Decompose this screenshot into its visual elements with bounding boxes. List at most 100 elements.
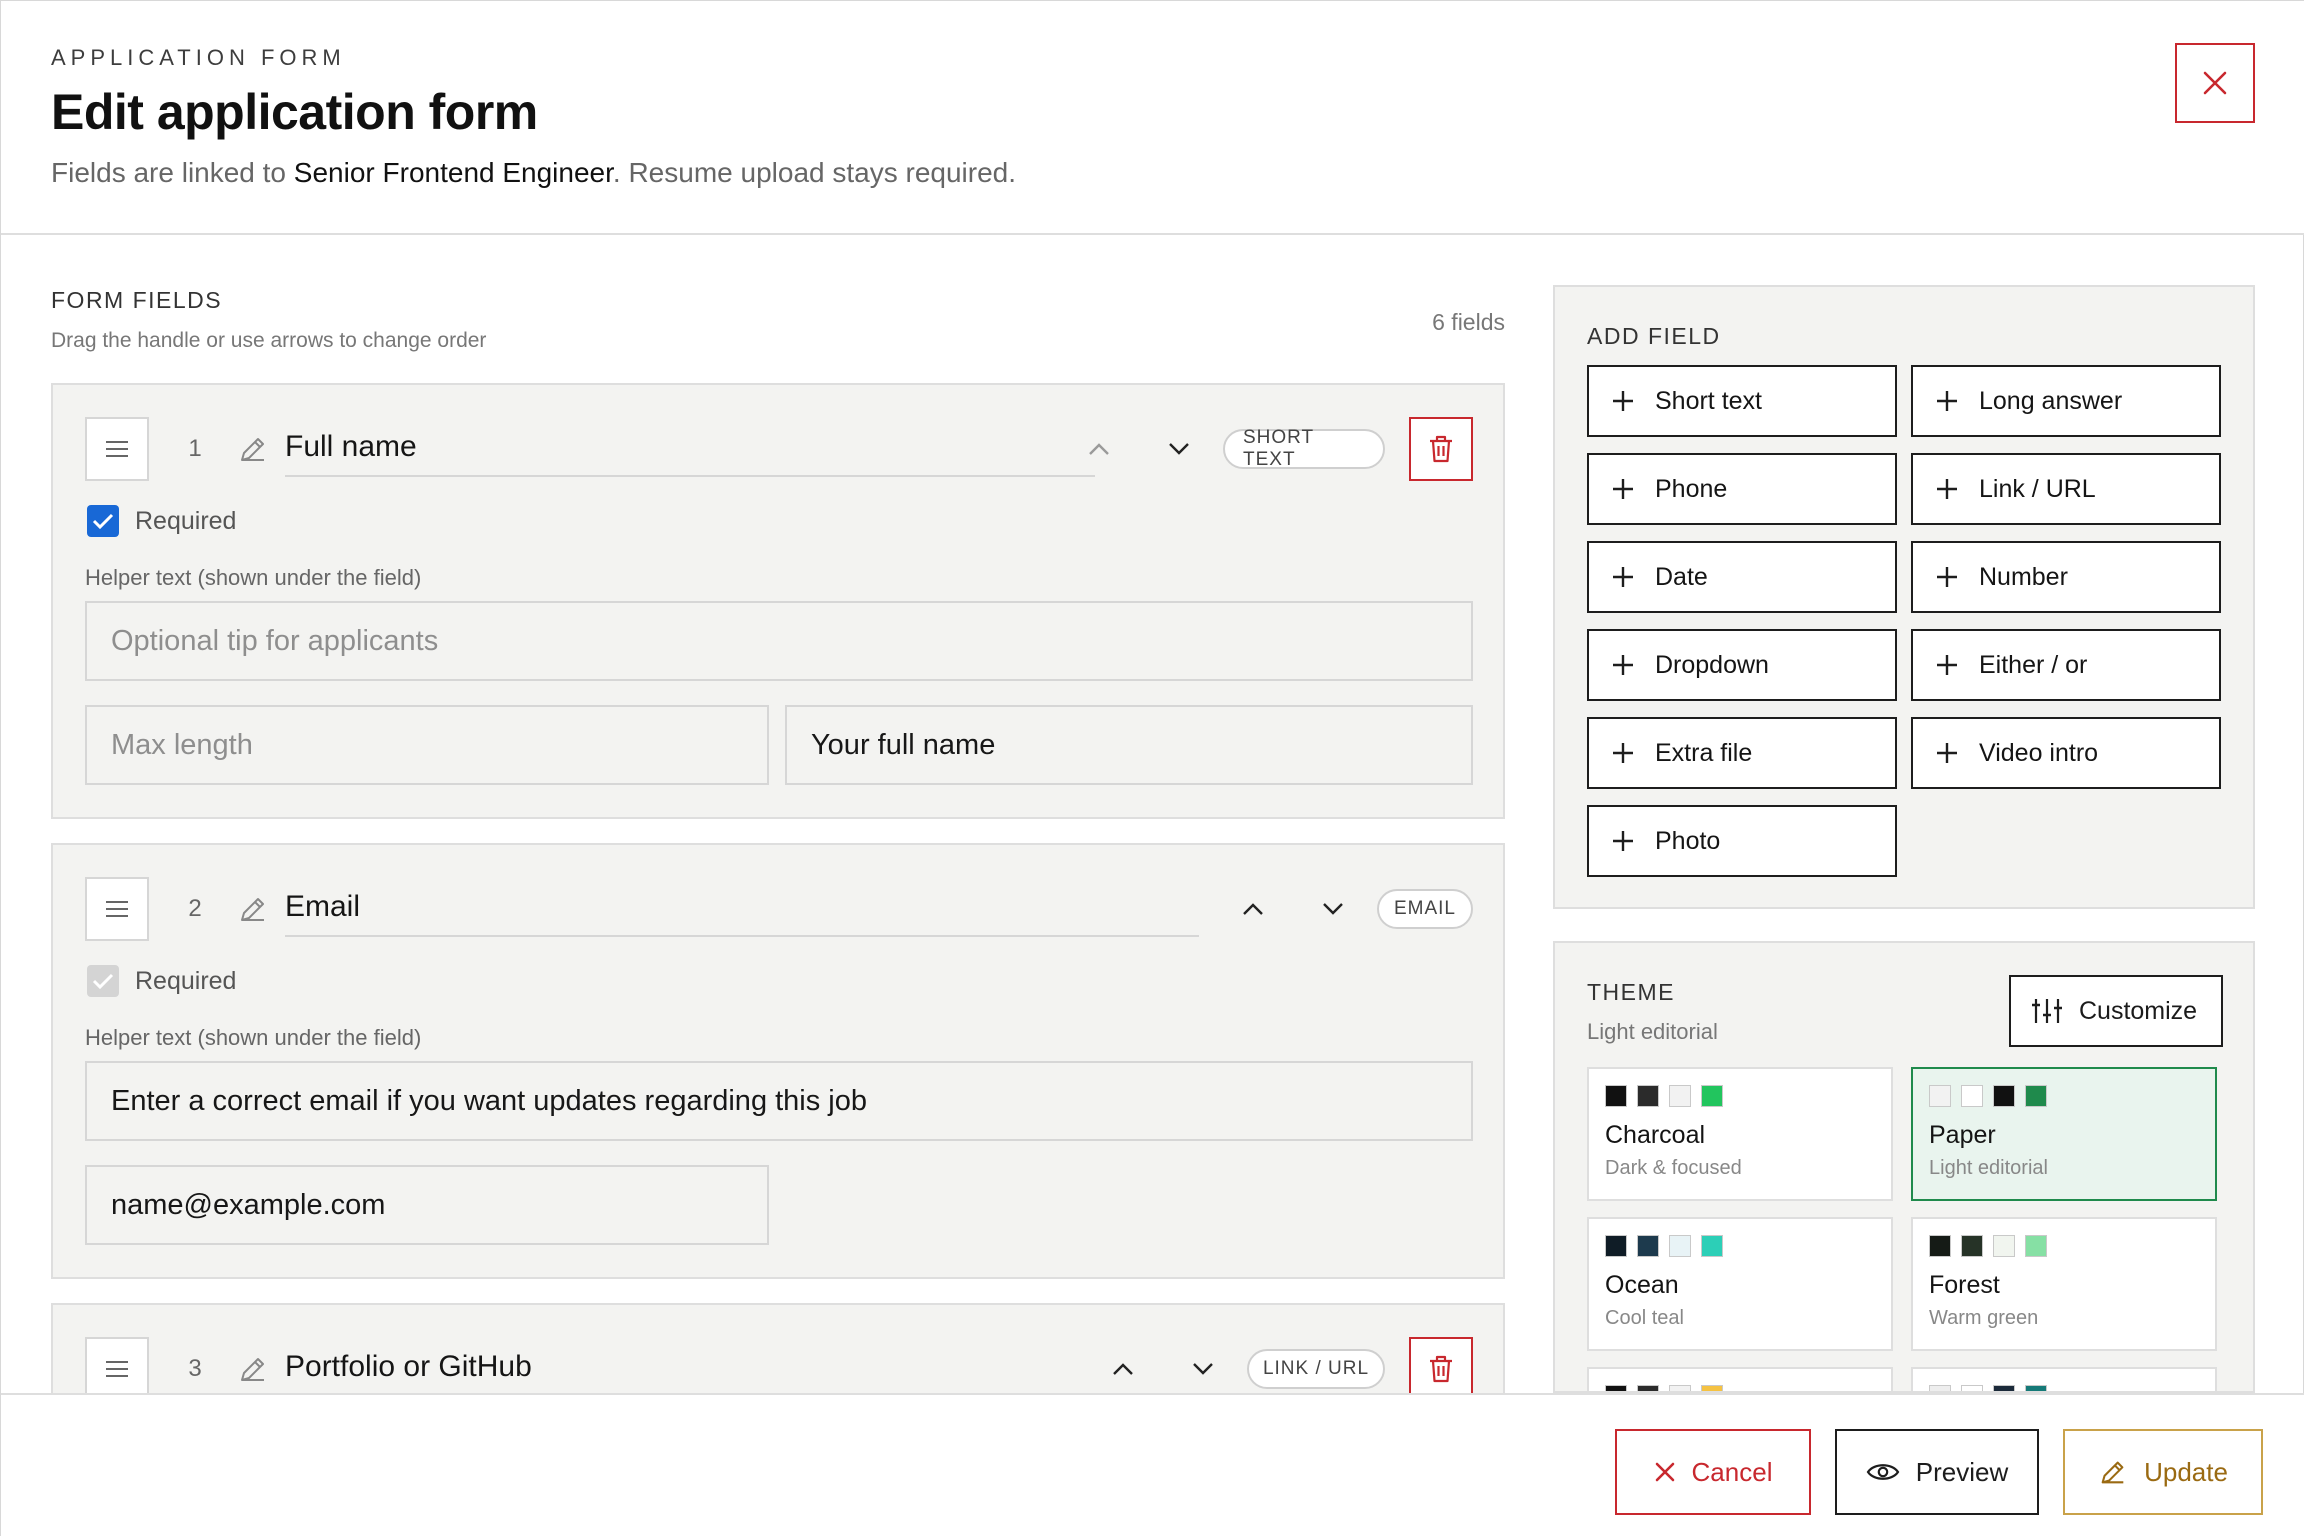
theme-card[interactable]: Charcoal Dark & focused	[1587, 1067, 1893, 1201]
add-field-button[interactable]: Date	[1587, 541, 1897, 613]
application-form-editor: APPLICATION FORM Edit application form F…	[0, 0, 2304, 1537]
color-swatch	[1993, 1385, 2015, 1391]
field-label-input[interactable]: Full name	[285, 425, 1095, 477]
customize-button[interactable]: Customize	[2009, 975, 2223, 1047]
add-field-button[interactable]: Photo	[1587, 805, 1897, 877]
page-title: Edit application form	[51, 84, 538, 140]
pencil-icon	[241, 438, 264, 461]
color-swatch	[1961, 1235, 1983, 1257]
example-value-input[interactable]: Your full name	[785, 705, 1473, 785]
add-field-label: Dropdown	[1655, 650, 1769, 679]
theme-card[interactable]: Ocean Cool teal	[1587, 1217, 1893, 1351]
subtitle: Fields are linked to Senior Frontend Eng…	[51, 157, 1016, 189]
field-label-text: Full name	[285, 430, 417, 463]
theme-card[interactable]	[1587, 1367, 1893, 1391]
move-down-button[interactable]	[1183, 1349, 1223, 1389]
plus-icon	[1937, 391, 1957, 411]
add-field-button[interactable]: Dropdown	[1587, 629, 1897, 701]
example-value-input[interactable]: name@example.com	[85, 1165, 769, 1245]
add-field-button[interactable]: Number	[1911, 541, 2221, 613]
eye-icon	[1866, 1464, 1900, 1480]
add-field-button[interactable]: Either / or	[1911, 629, 2221, 701]
field-number: 3	[188, 1355, 202, 1382]
drag-handle[interactable]	[85, 1337, 149, 1393]
color-swatch	[1993, 1085, 2015, 1107]
theme-card[interactable]	[1911, 1367, 2217, 1391]
helper-text-input[interactable]: Optional tip for applicants	[85, 601, 1473, 681]
delete-field-button[interactable]	[1409, 417, 1473, 481]
add-field-button[interactable]: Link / URL	[1911, 453, 2221, 525]
theme-swatches	[1605, 1085, 1723, 1107]
field-number: 2	[188, 895, 202, 922]
field-label-input[interactable]: Email	[285, 885, 1199, 937]
subtitle-suffix: . Resume upload stays required.	[612, 157, 1017, 188]
theme-card[interactable]: Forest Warm green	[1911, 1217, 2217, 1351]
color-swatch	[1637, 1085, 1659, 1107]
drag-handle-icon	[106, 441, 128, 457]
footer-actions: Cancel Preview Update	[1, 1393, 2304, 1537]
helper-text-input[interactable]: Enter a correct email if you want update…	[85, 1061, 1473, 1141]
field-type-badge: SHORT TEXT	[1223, 427, 1385, 470]
color-swatch	[1929, 1235, 1951, 1257]
pencil-icon	[241, 898, 264, 921]
move-down-button[interactable]	[1159, 429, 1199, 469]
plus-icon	[1937, 567, 1957, 587]
chevron-up-icon	[1113, 1363, 1133, 1375]
add-field-button[interactable]: Long answer	[1911, 365, 2221, 437]
field-type-badge: EMAIL	[1377, 889, 1473, 929]
chevron-down-icon	[1193, 1363, 1213, 1375]
add-field-button[interactable]: Phone	[1587, 453, 1897, 525]
cancel-button[interactable]: Cancel	[1615, 1429, 1811, 1515]
linked-job-title: Senior Frontend Engineer	[293, 157, 613, 188]
required-checkbox-locked	[87, 965, 119, 997]
current-theme: Light editorial	[1587, 1019, 1718, 1044]
chevron-down-icon	[1169, 443, 1189, 455]
color-swatch	[1993, 1235, 2015, 1257]
color-swatch	[1637, 1385, 1659, 1391]
close-button[interactable]	[2175, 43, 2255, 123]
example-value-text: Your full name	[811, 728, 996, 761]
example-value-text: name@example.com	[111, 1188, 386, 1221]
pencil-icon	[2101, 1461, 2124, 1484]
header: APPLICATION FORM Edit application form F…	[1, 1, 2304, 235]
theme-description: Cool teal	[1605, 1307, 1684, 1329]
add-field-label: Phone	[1655, 474, 1728, 503]
theme-description: Light editorial	[1929, 1157, 2048, 1179]
plus-icon	[1937, 655, 1957, 675]
sliders-icon	[2032, 999, 2062, 1023]
color-swatch	[2025, 1085, 2047, 1107]
drag-handle[interactable]	[85, 877, 149, 941]
move-down-button[interactable]	[1313, 889, 1353, 929]
color-swatch	[1961, 1085, 1983, 1107]
plus-icon	[1937, 479, 1957, 499]
move-up-button[interactable]	[1079, 429, 1119, 469]
theme-card[interactable]: Paper Light editorial	[1911, 1067, 2217, 1201]
add-field-label: Link / URL	[1979, 474, 2096, 503]
color-swatch	[1605, 1085, 1627, 1107]
add-field-button[interactable]: Video intro	[1911, 717, 2221, 789]
field-label-input[interactable]: Portfolio or GitHub	[285, 1345, 1119, 1393]
drag-handle[interactable]	[85, 417, 149, 481]
add-field-button[interactable]: Extra file	[1587, 717, 1897, 789]
theme-swatches	[1605, 1385, 1723, 1391]
delete-field-button[interactable]	[1409, 1337, 1473, 1393]
move-up-button[interactable]	[1103, 1349, 1143, 1389]
required-checkbox[interactable]	[87, 505, 119, 537]
move-up-button[interactable]	[1233, 889, 1273, 929]
helper-text-value: Enter a correct email if you want update…	[111, 1084, 868, 1117]
plus-icon	[1613, 743, 1633, 763]
theme-swatches	[1929, 1385, 2047, 1391]
add-field-button[interactable]: Short text	[1587, 365, 1897, 437]
chevron-up-icon	[1089, 443, 1109, 455]
form-fields-title: FORM FIELDS	[51, 287, 223, 313]
field-card-full-name: 1 Full name SHORT TEXT Required Helper t…	[51, 383, 1505, 819]
add-field-label: Photo	[1655, 826, 1721, 855]
form-fields-section: FORM FIELDS Drag the handle or use arrow…	[1, 237, 1531, 1393]
form-fields-hint: Drag the handle or use arrows to change …	[51, 329, 487, 352]
update-button[interactable]: Update	[2063, 1429, 2263, 1515]
max-length-input[interactable]: Max length	[85, 705, 769, 785]
theme-swatches	[1929, 1235, 2047, 1257]
field-label-text: Portfolio or GitHub	[285, 1350, 532, 1383]
drag-handle-icon	[106, 901, 128, 917]
preview-button[interactable]: Preview	[1835, 1429, 2039, 1515]
